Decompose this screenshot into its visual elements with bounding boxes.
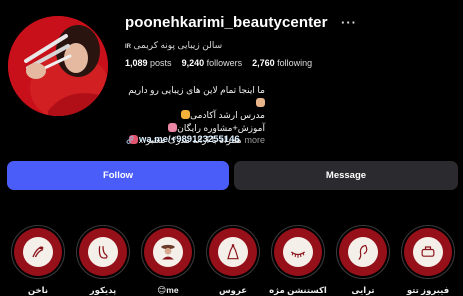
highlight-brush[interactable]: فیبروز تتو: [396, 225, 460, 296]
me-icon: [161, 244, 175, 260]
highlight-pedicure[interactable]: پدیکور: [71, 225, 135, 296]
hand-emoji-icon: [256, 97, 265, 107]
profile-link[interactable]: wa.me/+989123255146: [125, 134, 240, 145]
bio-line: ما اینجا تمام لاین های زیبایی رو داریم: [125, 84, 265, 109]
profile-username: poonehkarimi_beautycenter: [125, 14, 328, 31]
highlight-label: عروس: [218, 285, 248, 295]
face-icon: [358, 244, 368, 260]
flower-emoji-icon: [168, 122, 178, 132]
follow-button[interactable]: Follow: [7, 161, 229, 190]
posts-stat[interactable]: 1,089 posts: [125, 58, 172, 68]
highlight-label: اکستنشن مژه: [269, 285, 327, 295]
highlight-eyelash[interactable]: اکستنشن مژه: [266, 225, 330, 296]
highlight-me[interactable]: me😊: [136, 225, 200, 296]
highlight-label: me😊: [157, 285, 179, 295]
pedicure-icon: [98, 246, 108, 259]
nail-icon: [32, 246, 44, 258]
bio-line: آموزش+مشاوره رایگان: [125, 122, 265, 135]
category-badge: IR: [125, 44, 131, 50]
avatar-photo: [8, 16, 108, 116]
followers-stat[interactable]: 9,240 followers: [182, 58, 243, 68]
bio-line: مدرس ارشد آکادمی: [125, 109, 265, 122]
bride-icon: [227, 244, 239, 260]
brush-icon: [421, 246, 435, 257]
highlight-label: ناخن: [27, 285, 49, 295]
link-text: wa.me/+989123255146: [139, 134, 240, 145]
highlight-label: فیبروز تتو: [406, 285, 450, 295]
highlight-label: ترایی: [351, 285, 375, 295]
following-stat[interactable]: 2,760 following: [252, 58, 312, 68]
highlight-bride[interactable]: عروس: [201, 225, 265, 296]
profile-avatar[interactable]: [8, 16, 108, 116]
story-highlights: ناخن پدیکور me😊 عروس اکستنشن مژه ترایی ف…: [0, 225, 463, 296]
profile-stats: 1,089 posts 9,240 followers 2,760 follow…: [125, 58, 312, 68]
message-button[interactable]: Message: [234, 161, 458, 190]
teacher-emoji-icon: [181, 110, 191, 119]
eyelash-icon: [290, 251, 306, 258]
highlight-label: پدیکور: [89, 285, 117, 295]
profile-category: IR سالن زیبایی پونه کریمی: [125, 40, 222, 51]
highlight-face[interactable]: ترایی: [331, 225, 395, 296]
category-text: سالن زیبایی پونه کریمی: [133, 40, 223, 50]
highlight-nails[interactable]: ناخن: [6, 225, 70, 296]
bio-more-link[interactable]: more: [244, 135, 265, 145]
more-options-button[interactable]: ···: [341, 15, 357, 30]
link-icon: [126, 135, 134, 144]
